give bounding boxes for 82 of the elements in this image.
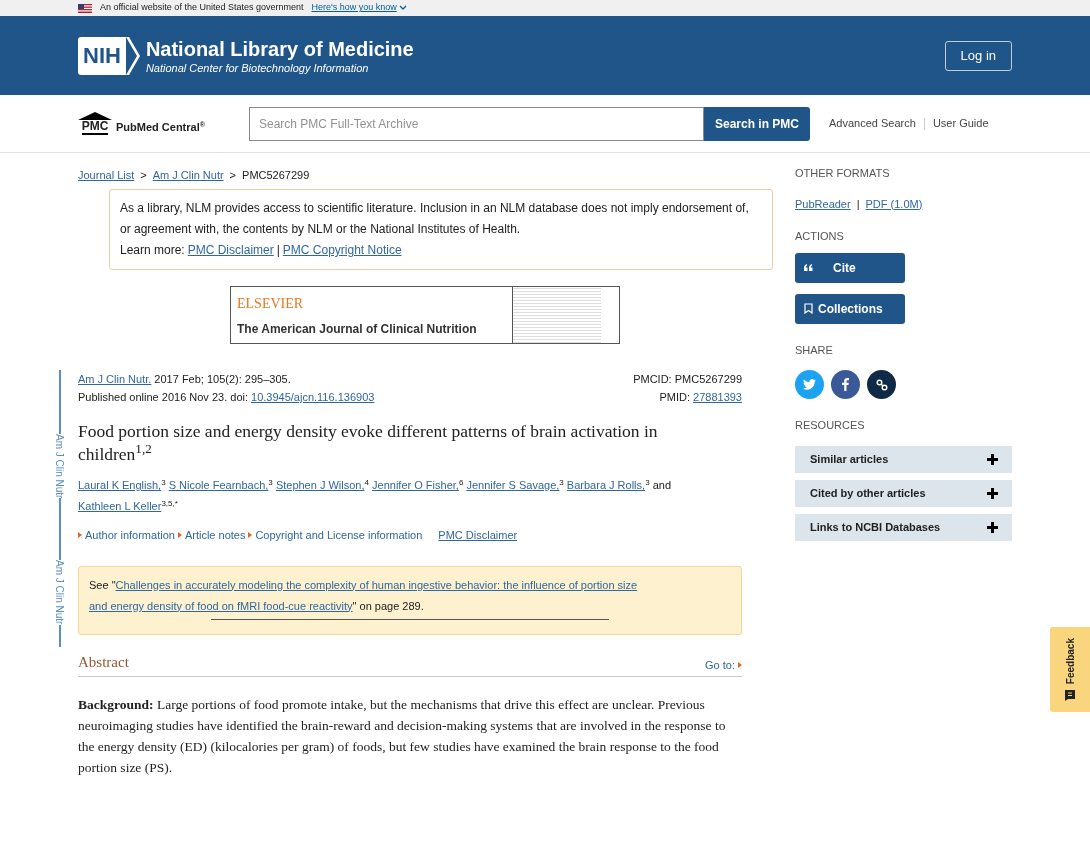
breadcrumb-separator: >	[229, 168, 237, 183]
chevron-down-icon	[398, 5, 407, 11]
twitter-button[interactable]	[795, 370, 824, 399]
author-link[interactable]: Jennifer S Savage,$^{3}$	[466, 479, 564, 491]
login-button[interactable]: Log in	[944, 40, 1012, 71]
link-separator: |	[856, 196, 860, 212]
journal-side-label: Am J Clin Nutr	[53, 434, 66, 499]
resource-toggle[interactable]: Links to NCBI Databases	[795, 513, 1012, 541]
triangle-right-icon	[248, 532, 253, 539]
quote-icon	[804, 264, 813, 271]
info-toggle[interactable]: Article notes	[177, 527, 246, 544]
author-link[interactable]: Jennifer O Fisher,$^{6}$	[372, 479, 464, 491]
disclaimer-link[interactable]: PMC Disclaimer	[438, 527, 518, 544]
search-button[interactable]: Search in PMC	[704, 106, 811, 141]
breadcrumb-current: PMC5267299	[242, 168, 310, 183]
triangle-right-icon	[738, 661, 742, 668]
copy-link-button[interactable]	[867, 370, 896, 399]
pmid-label: PMID:	[659, 390, 691, 405]
sidebar-heading: OTHER FORMATS	[795, 166, 891, 181]
article-title: Food portion size and energy density evoke different patterns of brain activation in children$^{1,2}$	[78, 420, 659, 466]
goto-link[interactable]: Go to:	[705, 656, 742, 673]
resource-toggle[interactable]: Similar articles	[795, 445, 1012, 473]
breadcrumb-link[interactable]: Journal List	[78, 167, 135, 189]
journal-banner[interactable]: ELSEVIER The American Journal of Clinical Nutrition	[230, 286, 620, 344]
breadcrumb-link[interactable]: Am J Clin Nutr	[152, 167, 224, 189]
triangle-right-icon	[177, 532, 182, 539]
author-conjunction: and	[652, 479, 671, 491]
link-separator: |	[276, 242, 280, 259]
bookmark-icon	[804, 303, 813, 314]
journal-name: The American Journal of Clinical Nutrition	[237, 320, 478, 338]
link-icon	[875, 378, 888, 391]
info-toggle[interactable]: Copyright and License information	[248, 527, 423, 544]
disclaimer-link[interactable]: PMC Copyright Notice	[282, 240, 402, 261]
plus-icon	[987, 487, 998, 499]
doi-link[interactable]: 10.3945/ajcn.116.136903	[251, 388, 375, 406]
sidebar-heading: SHARE	[795, 342, 834, 358]
plus-icon	[987, 521, 998, 533]
site-subtitle: National Center for Biotechnology Information	[145, 60, 370, 75]
resource-toggle[interactable]: Cited by other articles	[795, 479, 1012, 507]
facebook-button[interactable]	[831, 370, 860, 399]
pmc-logo[interactable]: PMC PubMed Central$^{®}$	[78, 112, 249, 135]
site-title: National Library of Medicine	[145, 36, 414, 61]
plus-icon	[987, 453, 998, 465]
related-article-note: See "Challenges in accurately modeling the complexity of human ingestive behavior: the influence of portion size and energy density of food on fMRI food-cue reactivity" on page 289.	[89, 577, 639, 614]
how-you-know-link[interactable]: Here's how you know	[311, 1, 407, 15]
disclaimer-text: As a library, NLM provides access to scientific literature. Inclusion in an NLM database does not imply endorsement of, or agreement with, the contents by NLM or the National Institutes of Health.	[120, 200, 750, 238]
header-link[interactable]: Advanced Search	[829, 115, 916, 132]
section-heading: Abstract	[78, 652, 129, 672]
journal-side-label: Am J Clin Nutr	[53, 560, 66, 625]
breadcrumb-separator: >	[140, 168, 147, 183]
search-field[interactable]: Search PMC Full-Text Archive	[249, 106, 704, 141]
cite-button[interactable]: Cite	[795, 252, 905, 283]
learn-more-label: Learn more:	[120, 242, 185, 259]
pmcid-label: PMCID: PMC5267299	[633, 372, 742, 387]
disclaimer-link[interactable]: PMC Disclaimer	[187, 240, 274, 261]
gov-banner-text: An official website of the United States government	[100, 1, 304, 15]
pmid-link[interactable]: 27881393	[693, 388, 742, 406]
citation-issue: 2017 Feb; 105(2): 295–305.	[154, 372, 291, 387]
related-article-link[interactable]: and energy density of food on fMRI food-cue reactivity	[89, 599, 353, 612]
published-date: Published online 2016 Nov 23. doi:	[78, 390, 248, 405]
journal-link[interactable]: Am J Clin Nutr.	[78, 370, 152, 388]
sidebar-heading: RESOURCES	[795, 418, 866, 433]
related-article-link[interactable]: Challenges in accurately modeling the complexity of human ingestive behavior: the influence of portion size	[115, 578, 638, 591]
sidebar-heading: ACTIONS	[795, 229, 845, 244]
abstract-paragraph: Background: Large portions of food promote intake, but the mechanisms that drive this effect are unclear. Previous neuroimaging studies have identified the brain-reward and decision-making systems that are involved in the response to the energy density (ED) (kilocalories per gram) of foods, but few studies have examined the brain response to the food portion size (PS).	[78, 696, 727, 777]
author-link[interactable]: Barbara J Rolls,$^{3}$	[566, 479, 650, 491]
header-link[interactable]: User Guide	[932, 115, 989, 132]
bird-icon	[803, 379, 816, 390]
publisher-name: ELSEVIER	[237, 294, 305, 313]
author-link[interactable]: S Nicole Fearnbach,$^{3}$	[168, 479, 273, 491]
feedback-button[interactable]: Feedback	[1050, 627, 1090, 712]
collections-button[interactable]: Collections	[795, 293, 905, 324]
feedback-icon	[1065, 689, 1075, 701]
flag-icon	[78, 3, 92, 13]
format-link[interactable]: PubReader	[795, 195, 851, 212]
format-link[interactable]: PDF (1.0M)	[865, 195, 923, 212]
author-link[interactable]: Kathleen L Keller$^{3,5,*}$	[78, 500, 178, 512]
author-link[interactable]: Laural K English,$^{3}$	[78, 479, 166, 491]
facebook-icon	[842, 378, 849, 391]
author-link[interactable]: Stephen J Wilson,$^{4}$	[275, 479, 369, 491]
triangle-right-icon	[78, 532, 82, 539]
info-toggle[interactable]: Author information	[78, 527, 175, 544]
